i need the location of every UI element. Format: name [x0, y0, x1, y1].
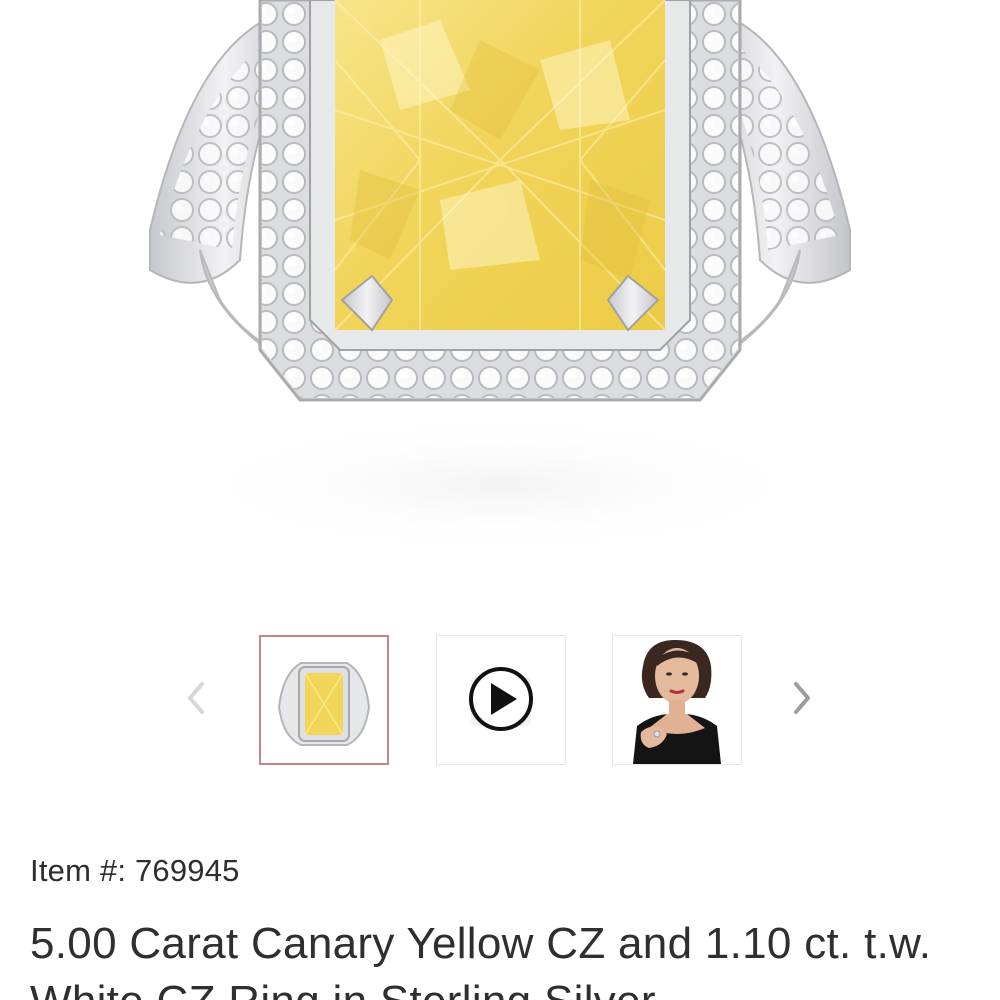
thumbnail-video[interactable] — [436, 635, 566, 765]
thumbnail-ring-image[interactable] — [259, 635, 389, 765]
chevron-left-icon — [188, 682, 204, 714]
image-carousel — [0, 625, 1000, 775]
model-photo-image — [613, 636, 741, 764]
play-icon — [469, 667, 533, 731]
ring-thumbnail-image — [277, 662, 371, 746]
chevron-right-icon — [794, 682, 810, 714]
video-thumbnail — [469, 667, 533, 731]
item-number: Item #: 769945 — [30, 853, 240, 888]
carousel-prev-button[interactable] — [176, 673, 216, 723]
thumbnail-model-photo[interactable] — [612, 635, 742, 765]
product-page: Item #: 769945 5.00 Carat Canary Yellow … — [0, 0, 1000, 1000]
carousel-next-button[interactable] — [782, 673, 822, 723]
product-title: 5.00 Carat Canary Yellow CZ and 1.10 ct.… — [30, 919, 932, 1000]
main-product-image[interactable] — [0, 0, 1000, 600]
